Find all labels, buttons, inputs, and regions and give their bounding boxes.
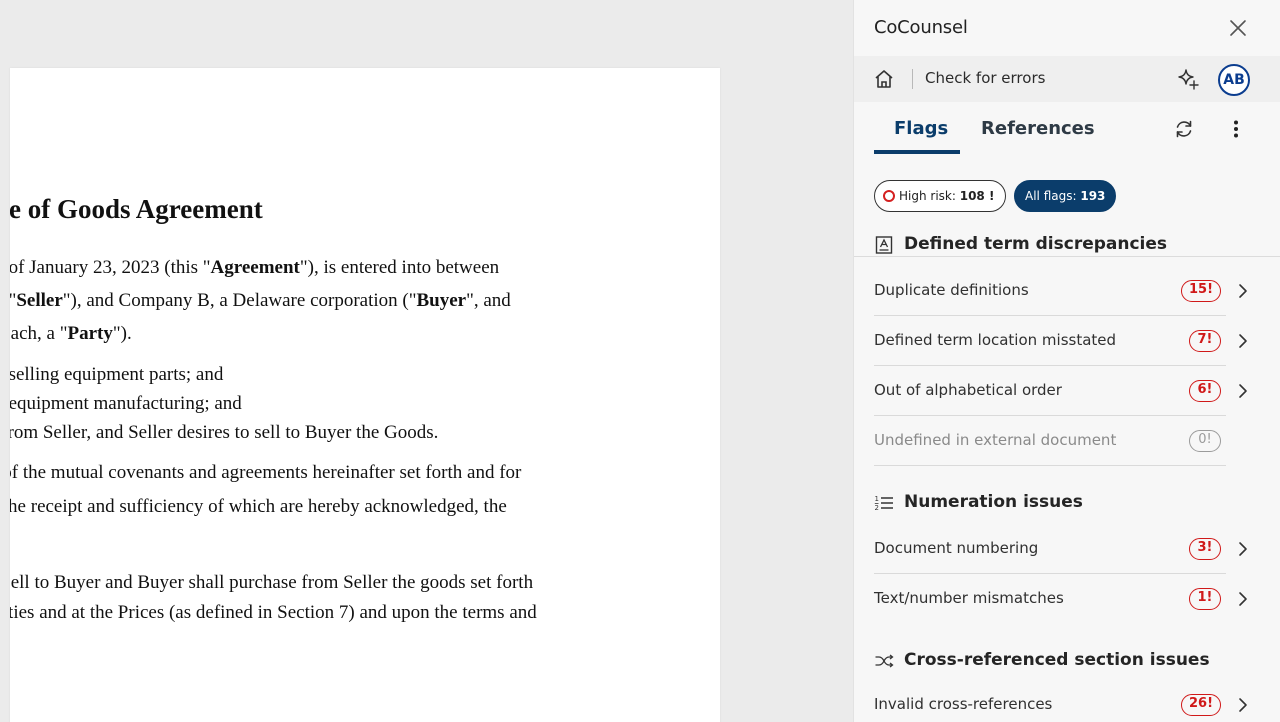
- svg-text:2: 2: [875, 504, 879, 512]
- flag-label: Duplicate definitions: [874, 281, 1029, 299]
- tab-references[interactable]: References: [981, 118, 1095, 139]
- document-page[interactable]: ale of Goods Agreement as of January 23,…: [10, 68, 720, 722]
- defined-term: Seller: [16, 290, 63, 311]
- document-paragraph-line: ı, the receipt and sufficiency of which …: [10, 496, 507, 518]
- defined-term: Party: [67, 323, 113, 344]
- flag-label: Document numbering: [874, 539, 1039, 557]
- text-run: "), and Company B, a Delaware corporatio…: [62, 290, 417, 311]
- text-run: ı, the receipt and sufficiency of which …: [10, 496, 507, 517]
- section-title: Cross-referenced section issues: [904, 650, 1210, 670]
- high-risk-label: High risk:: [899, 189, 960, 203]
- text-run: n of the mutual covenants and agreements…: [10, 462, 522, 483]
- sparkle-icon: [1178, 69, 1199, 90]
- chevron-right-icon: [1239, 384, 1247, 398]
- defined-term: Agreement: [210, 257, 300, 278]
- document-paragraph-line: ntities and at the Prices (as defined in…: [10, 602, 537, 624]
- defined-term: Buyer: [416, 290, 467, 311]
- row-divider: [874, 465, 1226, 466]
- text-run: ", and: [466, 290, 511, 311]
- tab-flags[interactable]: Flags: [894, 118, 948, 139]
- flag-row-document-numbering[interactable]: Document numbering 3!: [874, 524, 1250, 574]
- shuffle-icon: [875, 654, 894, 668]
- document-paragraph-line: d each, a "Party").: [10, 323, 132, 345]
- more-vertical-icon: [1234, 120, 1238, 138]
- refresh-icon: [1176, 120, 1192, 138]
- section-numeration: 1 2 Numeration issues: [874, 489, 1264, 517]
- text-run: "), is entered into between: [299, 257, 500, 278]
- text-run: ntities and at the Prices (as defined in…: [10, 602, 537, 623]
- panel-header: CoCounsel: [854, 0, 1280, 56]
- flag-label: Undefined in external document: [874, 431, 1117, 449]
- document-paragraph-line: n ("Seller"), and Company B, a Delaware …: [10, 290, 511, 312]
- flag-count-badge: 15!: [1181, 280, 1221, 302]
- home-icon: [875, 70, 893, 88]
- document-paragraph-line: ll sell to Buyer and Buyer shall purchas…: [10, 572, 533, 594]
- section-cross-references: Cross-referenced section issues: [874, 647, 1264, 675]
- tab-bar: Flags References: [854, 102, 1280, 257]
- document-title: ale of Goods Agreement: [10, 194, 263, 224]
- text-run: as of January 23, 2023 (this ": [10, 257, 211, 278]
- filter-chips: High risk: 108 ! All flags: 193: [874, 180, 1274, 212]
- text-run: e from Seller, and Seller desires to sel…: [10, 422, 439, 443]
- flag-row-duplicate-definitions[interactable]: Duplicate definitions 15!: [874, 266, 1250, 316]
- section-title: Defined term discrepancies: [904, 234, 1168, 254]
- document-paragraph-line: of selling equipment parts; and: [10, 364, 223, 386]
- text-run: ll sell to Buyer and Buyer shall purchas…: [10, 572, 534, 593]
- user-avatar[interactable]: AB: [1218, 64, 1250, 96]
- all-flags-count: 193: [1080, 189, 1106, 203]
- nav-title: Check for errors: [925, 69, 1046, 87]
- chevron-right-icon: [1239, 592, 1247, 606]
- ai-assist-button[interactable]: [1176, 67, 1200, 91]
- defined-term-icon: [875, 236, 893, 254]
- flag-row-defined-term-location[interactable]: Defined term location misstated 7!: [874, 316, 1250, 366]
- app-title: CoCounsel: [874, 17, 968, 38]
- nav-separator: [912, 69, 913, 89]
- document-paragraph-line: n of the mutual covenants and agreements…: [10, 462, 521, 484]
- close-icon: [1230, 20, 1246, 36]
- chevron-right-icon: [1239, 542, 1247, 556]
- nav-bar: Check for errors AB: [854, 56, 1280, 102]
- svg-text:1: 1: [875, 495, 879, 503]
- chevron-right-icon: [1239, 284, 1247, 298]
- all-flags-label: All flags:: [1025, 189, 1081, 203]
- flag-row-invalid-cross-references[interactable]: Invalid cross-references 26!: [874, 680, 1250, 722]
- flag-count-badge: 1!: [1189, 588, 1221, 610]
- document-area: ale of Goods Agreement as of January 23,…: [0, 0, 853, 722]
- refresh-button[interactable]: [1173, 118, 1195, 140]
- flag-label: Defined term location misstated: [874, 331, 1117, 349]
- high-risk-count: 108 !: [959, 189, 995, 203]
- risk-circle-icon: [883, 190, 895, 202]
- flag-count-badge: 0!: [1189, 430, 1221, 452]
- high-risk-filter-chip[interactable]: High risk: 108 !: [874, 180, 1006, 212]
- chevron-right-icon: [1239, 334, 1247, 348]
- all-flags-filter-chip[interactable]: All flags: 193: [1014, 180, 1116, 212]
- flag-row-undefined-external: Undefined in external document 0!: [874, 416, 1250, 466]
- text-run: ").: [112, 323, 132, 344]
- home-button[interactable]: [873, 68, 895, 90]
- document-paragraph-line: e from Seller, and Seller desires to sel…: [10, 422, 438, 444]
- text-run: of equipment manufacturing; and: [10, 393, 242, 414]
- chevron-right-icon: [1239, 698, 1247, 712]
- flag-count-badge: 3!: [1189, 538, 1221, 560]
- section-defined-terms: Defined term discrepancies: [874, 231, 1264, 259]
- flag-label: Invalid cross-references: [874, 695, 1053, 713]
- more-options-button[interactable]: [1226, 118, 1246, 140]
- flag-count-badge: 7!: [1189, 330, 1221, 352]
- cocounsel-panel: CoCounsel Check for errors AB Flags Refe…: [853, 0, 1280, 722]
- flag-label: Out of alphabetical order: [874, 381, 1062, 399]
- flag-row-alphabetical-order[interactable]: Out of alphabetical order 6!: [874, 366, 1250, 416]
- text-run: d each, a ": [10, 323, 68, 344]
- document-paragraph-line: of equipment manufacturing; and: [10, 393, 242, 415]
- text-run: of selling equipment parts; and: [10, 364, 224, 385]
- flag-row-text-number-mismatches[interactable]: Text/number mismatches 1!: [874, 574, 1250, 624]
- document-paragraph-line: as of January 23, 2023 (this "Agreement"…: [10, 257, 499, 279]
- flag-count-badge: 6!: [1189, 380, 1221, 402]
- close-button[interactable]: [1226, 16, 1250, 40]
- active-tab-indicator: [874, 150, 960, 154]
- flag-count-badge: 26!: [1181, 694, 1221, 716]
- section-title: Numeration issues: [904, 492, 1083, 512]
- flag-label: Text/number mismatches: [874, 589, 1064, 607]
- numbered-list-icon: 1 2: [875, 495, 893, 512]
